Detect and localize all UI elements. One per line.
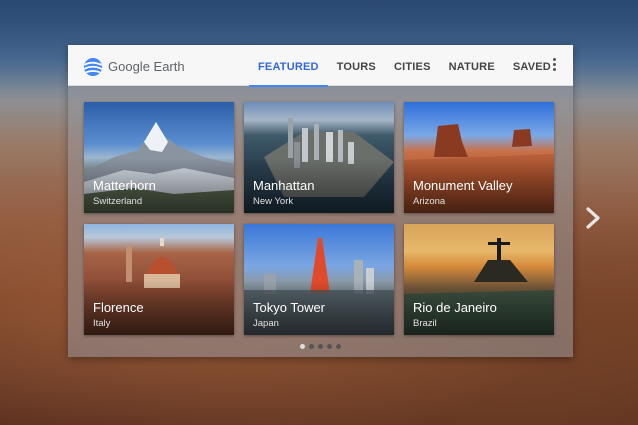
page-dot-1[interactable] xyxy=(300,344,305,349)
card-tokyo-tower[interactable]: Tokyo Tower Japan xyxy=(244,224,394,335)
card-subtitle: Switzerland xyxy=(93,196,143,207)
tab-cities[interactable]: CITIES xyxy=(385,45,440,86)
card-matterhorn[interactable]: Matterhorn Switzerland xyxy=(84,102,234,213)
page-indicator xyxy=(68,344,573,349)
card-title: Rio de Janeiro xyxy=(413,300,497,315)
tab-featured[interactable]: FEATURED xyxy=(249,45,328,87)
card-subtitle: Italy xyxy=(93,318,111,329)
tab-bar: FEATURED TOURS CITIES NATURE SAVED xyxy=(249,45,560,87)
page-dot-5[interactable] xyxy=(336,344,341,349)
card-subtitle: New York xyxy=(253,196,294,207)
page-dot-3[interactable] xyxy=(318,344,323,349)
card-subtitle: Brazil xyxy=(413,318,437,329)
card-monument-valley[interactable]: Monument Valley Arizona xyxy=(404,102,554,213)
more-vert-icon[interactable] xyxy=(551,58,557,74)
page-dot-4[interactable] xyxy=(327,344,332,349)
google-earth-logo-icon xyxy=(83,58,103,76)
tab-tours[interactable]: TOURS xyxy=(328,45,385,86)
page-dot-2[interactable] xyxy=(309,344,314,349)
featured-panel: Google Earth FEATURED TOURS CITIES NATUR… xyxy=(68,45,573,357)
card-title: Tokyo Tower xyxy=(253,300,326,315)
panel-header: Google Earth FEATURED TOURS CITIES NATUR… xyxy=(68,45,573,87)
card-manhattan[interactable]: Manhattan New York xyxy=(244,102,394,213)
card-title: Florence xyxy=(93,300,144,315)
brand-name: Google Earth xyxy=(108,59,185,74)
card-title: Matterhorn xyxy=(93,178,156,193)
card-florence[interactable]: Florence Italy xyxy=(84,224,234,335)
card-rio-de-janeiro[interactable]: Rio de Janeiro Brazil xyxy=(404,224,554,335)
card-title: Monument Valley xyxy=(413,178,513,193)
card-subtitle: Arizona xyxy=(413,196,446,207)
tab-nature[interactable]: NATURE xyxy=(440,45,504,86)
chevron-right-icon[interactable] xyxy=(584,205,602,231)
card-title: Manhattan xyxy=(253,178,315,193)
card-subtitle: Japan xyxy=(253,318,279,329)
